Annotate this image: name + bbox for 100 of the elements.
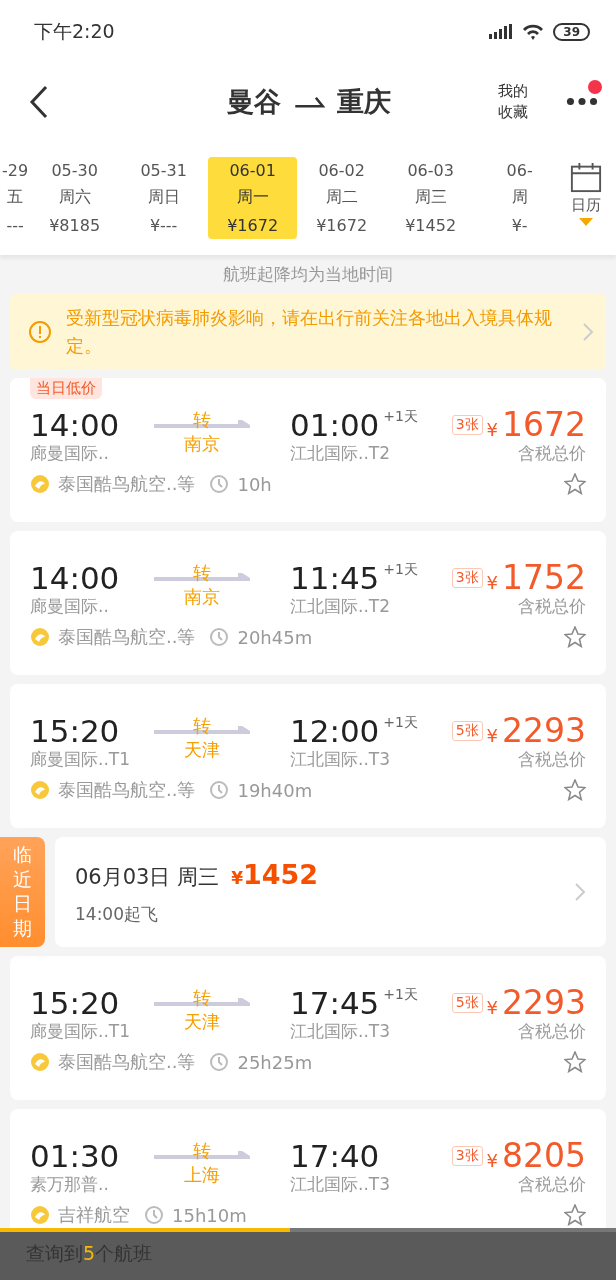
clock-icon xyxy=(209,627,230,647)
nearby-date: 06月03日 周三 xyxy=(75,863,220,891)
date-tab[interactable]: 06-01 周一 ¥1672 xyxy=(208,157,298,239)
airline-logo-icon xyxy=(30,474,50,494)
price-note: 含税总价 xyxy=(518,1020,586,1043)
back-icon[interactable] xyxy=(28,85,50,119)
departure-airport: 廊曼国际..T1 xyxy=(30,748,131,771)
duration: 10h xyxy=(237,473,272,495)
departure-airport: 廊曼国际.. xyxy=(30,442,110,465)
airline-name: 泰国酷鸟航空..等 xyxy=(58,625,196,649)
departure-time: 14:00起飞 xyxy=(75,902,159,926)
battery-icon: 39 xyxy=(553,23,590,41)
price: 8205 xyxy=(502,1139,586,1173)
low-price-tag: 当日低价 xyxy=(30,378,102,399)
price: 1752 xyxy=(502,561,586,595)
currency-sign: ¥ xyxy=(486,1149,498,1171)
next-day-label: +1天 xyxy=(383,714,418,732)
duration: 19h40m xyxy=(237,779,313,801)
airline-logo-icon xyxy=(30,1052,50,1072)
arrival-airport: 江北国际..T2 xyxy=(290,442,391,465)
arrival-airport: 江北国际..T3 xyxy=(290,1020,391,1043)
arrival-time: 11:45 xyxy=(290,561,380,595)
tickets-badge: 5张 xyxy=(451,993,483,1013)
airline-logo-icon xyxy=(30,627,50,647)
star-icon[interactable] xyxy=(564,626,586,648)
dropdown-triangle-icon xyxy=(579,218,593,226)
arrival-time: 01:00 xyxy=(290,408,380,442)
next-day-label: +1天 xyxy=(383,561,418,579)
arrival-time: 17:45 xyxy=(290,986,380,1020)
info-icon xyxy=(28,320,52,344)
transfer-label: 转 xyxy=(193,714,211,738)
airline-name: 吉祥航空 xyxy=(58,1203,130,1227)
arrival-time: 12:00 xyxy=(290,714,380,748)
price-note: 含税总价 xyxy=(518,442,586,465)
departure-time: 15:20 xyxy=(30,986,121,1020)
departure-airport: 素万那普.. xyxy=(30,1173,110,1196)
next-day-label: +1天 xyxy=(383,408,418,426)
transfer-city: 南京 xyxy=(184,432,220,456)
arrival-airport: 江北国际..T3 xyxy=(290,748,391,771)
star-icon[interactable] xyxy=(564,473,586,495)
star-icon[interactable] xyxy=(564,1204,586,1226)
transfer-city: 天津 xyxy=(184,738,220,762)
more-icon[interactable] xyxy=(566,97,598,106)
date-tab[interactable]: 06-03 周三 ¥1452 xyxy=(386,157,476,239)
tickets-badge: 5张 xyxy=(451,721,483,741)
currency-sign: ¥ xyxy=(486,571,498,593)
price-note: 含税总价 xyxy=(518,595,586,618)
transfer-city: 上海 xyxy=(184,1163,220,1187)
departure-airport: 廊曼国际..T1 xyxy=(30,1020,131,1043)
departure-time: 14:00 xyxy=(30,561,121,595)
flight-card[interactable]: 01:30 素万那普.. 转 上海 17:40 江北国际..T3 3张 ¥8205 含税总价 吉祥航空 15h10m xyxy=(10,1109,606,1228)
transfer-city: 南京 xyxy=(184,585,220,609)
date-tab[interactable]: -29 五 --- xyxy=(0,157,31,239)
nearby-date-card[interactable]: 06月03日 周三 ¥1452 14:00起飞 xyxy=(55,837,606,947)
date-tab[interactable]: 05-31 周日 ¥--- xyxy=(119,157,209,239)
time-note: 航班起降均为当地时间 xyxy=(222,263,394,286)
route-destination: 重庆 xyxy=(337,85,391,119)
clock-icon xyxy=(209,780,230,800)
calendar-icon[interactable] xyxy=(570,161,602,193)
status-time: 下午2:20 xyxy=(34,19,115,44)
signal-icon xyxy=(489,24,514,40)
date-tab[interactable]: 06-02 周二 ¥1672 xyxy=(297,157,387,239)
currency-sign: ¥ xyxy=(486,724,498,746)
route-origin: 曼谷 xyxy=(227,85,281,119)
clock-icon xyxy=(144,1205,164,1225)
clock-icon xyxy=(209,1052,230,1072)
arrival-airport: 江北国际..T3 xyxy=(290,1173,391,1196)
favorites-link[interactable]: 我的 收藏 xyxy=(498,81,546,123)
star-icon[interactable] xyxy=(564,1051,586,1073)
price: 2293 xyxy=(502,986,586,1020)
airline-name: 泰国酷鸟航空..等 xyxy=(58,778,196,802)
transfer-label: 转 xyxy=(193,986,211,1010)
price-note: 含税总价 xyxy=(518,748,586,771)
date-tab[interactable]: 06- 周 ¥- xyxy=(475,157,556,239)
wifi-icon xyxy=(521,23,546,41)
tickets-badge: 3张 xyxy=(451,568,483,588)
currency-sign: ¥ xyxy=(486,996,498,1018)
transfer-label: 转 xyxy=(193,408,211,432)
date-tab[interactable]: 05-30 周六 ¥8185 xyxy=(30,157,120,239)
transfer-label: 转 xyxy=(193,561,211,585)
price-note: 含税总价 xyxy=(518,1173,586,1196)
airline-name: 泰国酷鸟航空..等 xyxy=(58,472,196,496)
departure-time: 14:00 xyxy=(30,408,121,442)
airline-logo-icon xyxy=(30,780,50,800)
nearby-price: ¥1452 xyxy=(231,858,319,890)
airline-logo-icon xyxy=(30,1205,50,1225)
arrival-airport: 江北国际..T2 xyxy=(290,595,391,618)
duration: 25h25m xyxy=(237,1051,313,1073)
star-icon[interactable] xyxy=(564,779,586,801)
next-day-label: +1天 xyxy=(383,986,418,1004)
calendar-label: 日历 xyxy=(571,196,601,215)
chevron-right-icon xyxy=(582,322,594,342)
price: 1672 xyxy=(502,408,586,442)
price: 2293 xyxy=(502,714,586,748)
departure-airport: 廊曼国际.. xyxy=(30,595,110,618)
transfer-label: 转 xyxy=(193,1139,211,1163)
nearby-dates-label: 临近日期 xyxy=(0,837,45,947)
clock-icon xyxy=(209,474,230,494)
arrival-time: 17:40 xyxy=(290,1139,380,1173)
currency-sign: ¥ xyxy=(486,418,498,440)
